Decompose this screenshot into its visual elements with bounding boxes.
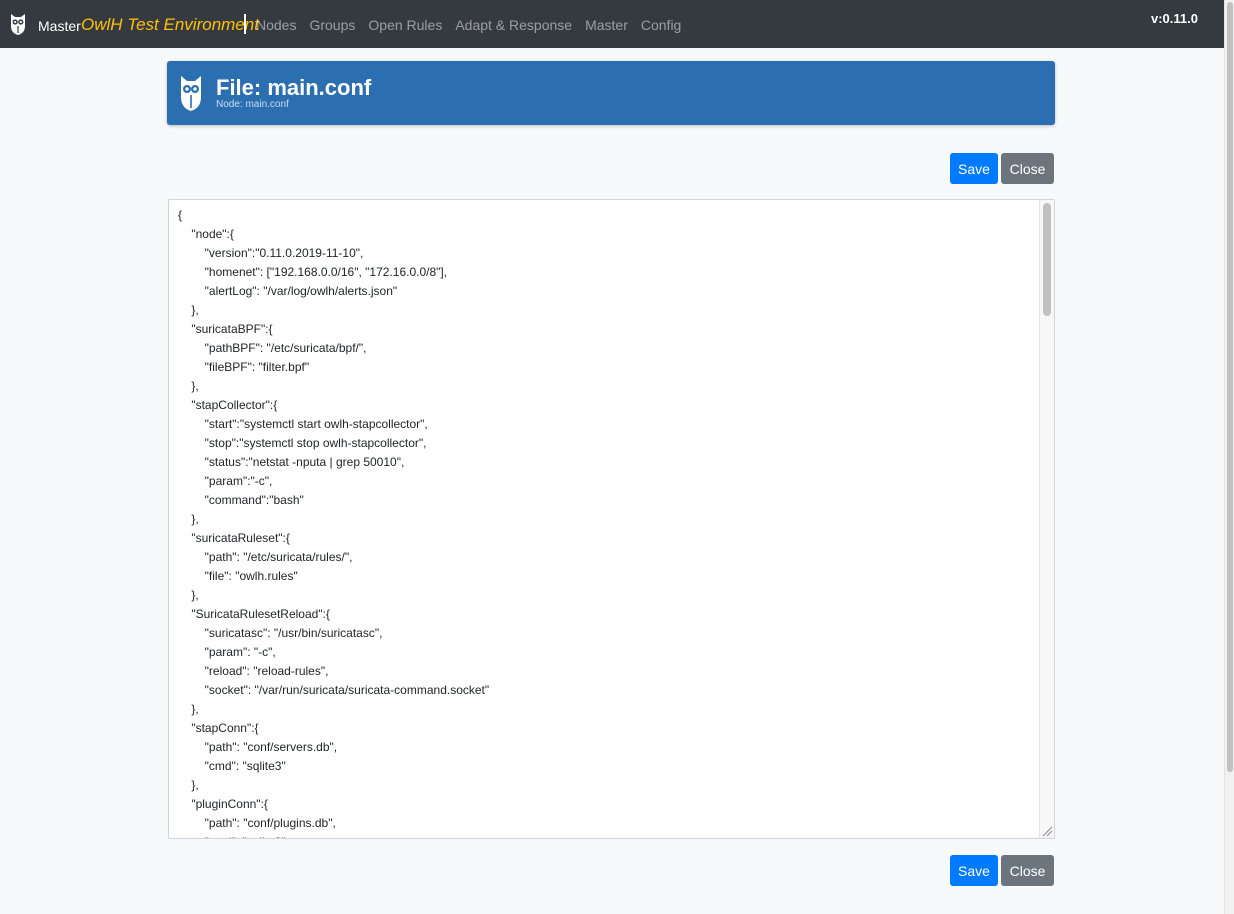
- save-button-top[interactable]: Save: [950, 153, 998, 184]
- brand-master-label[interactable]: Master: [38, 18, 81, 34]
- save-button-bottom[interactable]: Save: [950, 855, 998, 886]
- editor-scrollbar-thumb[interactable]: [1043, 203, 1051, 316]
- owl-logo-icon: [181, 76, 201, 111]
- nav-link-open-rules[interactable]: Open Rules: [368, 17, 442, 33]
- nav-link-groups[interactable]: Groups: [309, 17, 355, 33]
- resize-grip-icon[interactable]: [1041, 825, 1053, 837]
- close-button-top[interactable]: Close: [1001, 153, 1054, 184]
- editor-scrollbar[interactable]: [1039, 200, 1054, 838]
- file-content-editor[interactable]: { "node":{ "version":"0.11.0.2019-11-10"…: [168, 199, 1055, 839]
- nav-links: Nodes Groups Open Rules Adapt & Response…: [256, 17, 694, 33]
- nav-link-config[interactable]: Config: [641, 17, 681, 33]
- close-button-bottom[interactable]: Close: [1001, 855, 1054, 886]
- owl-logo-icon[interactable]: [9, 12, 27, 36]
- nav-link-adapt-response[interactable]: Adapt & Response: [455, 17, 572, 33]
- page-scrollbar[interactable]: [1224, 0, 1234, 914]
- brand-environment-name[interactable]: OwlH Test Environment: [81, 15, 259, 35]
- page-subtitle: Node: main.conf: [216, 99, 289, 110]
- top-navbar: Master OwlH Test Environment Nodes Group…: [0, 0, 1224, 48]
- file-header-card: File: main.conf Node: main.conf: [167, 61, 1055, 125]
- nav-link-master[interactable]: Master: [585, 17, 628, 33]
- page-title: File: main.conf: [216, 75, 372, 100]
- version-label: v:0.11.0: [1151, 11, 1198, 26]
- brand-separator: [244, 14, 246, 34]
- file-content-text[interactable]: { "node":{ "version":"0.11.0.2019-11-10"…: [178, 206, 1034, 838]
- page-scrollbar-thumb[interactable]: [1227, 2, 1233, 772]
- nav-link-nodes[interactable]: Nodes: [256, 17, 296, 33]
